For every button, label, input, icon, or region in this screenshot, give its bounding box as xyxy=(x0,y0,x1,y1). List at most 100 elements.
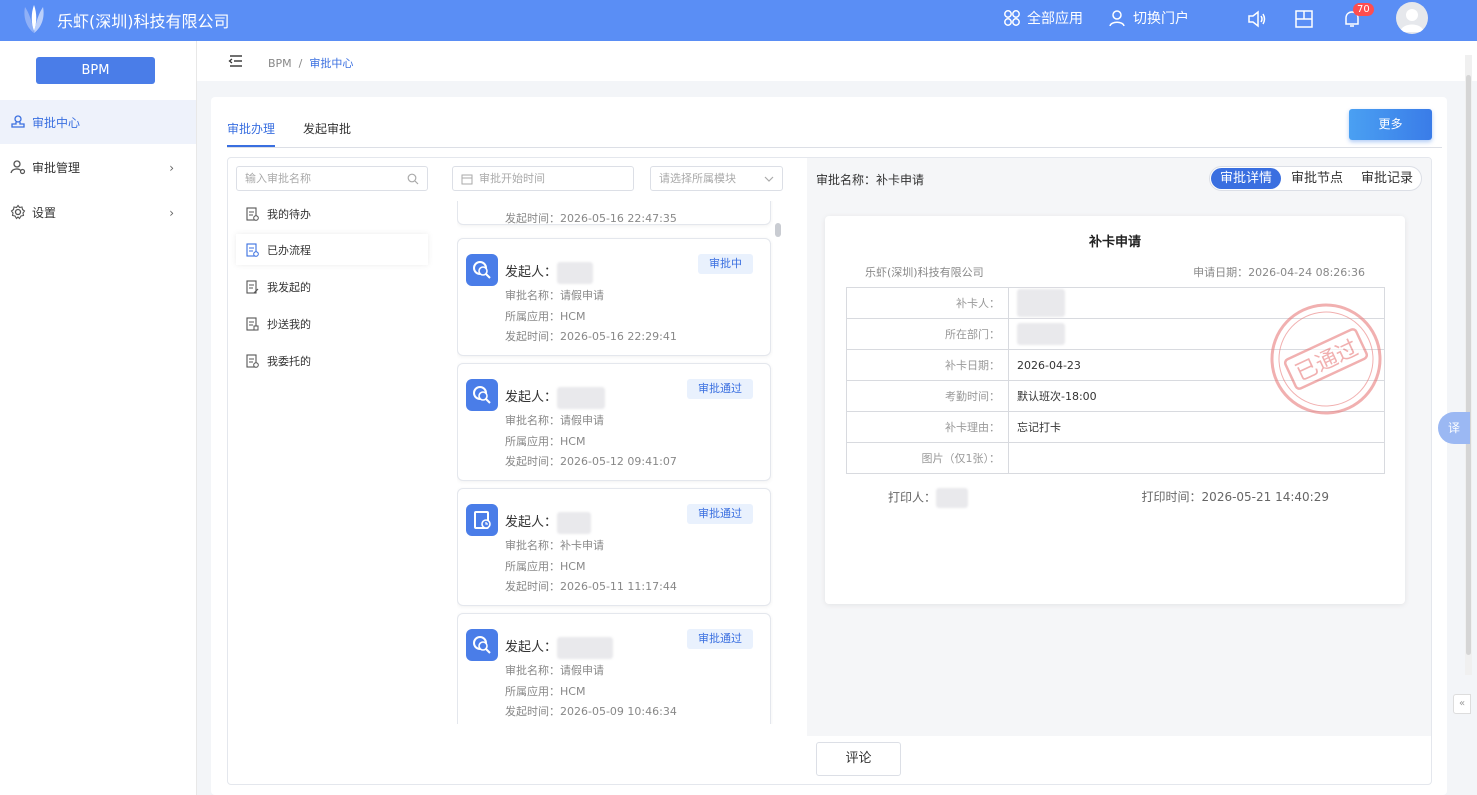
tab-bar: 审批办理 发起审批 xyxy=(227,121,1442,148)
print-time: 打印时间：2026-05-21 14:40:29 xyxy=(1141,490,1329,504)
category-cc-me[interactable]: 抄送我的 xyxy=(236,308,428,339)
field-label: 图片（仅1张）： xyxy=(846,442,1009,474)
module-placeholder: 请选择所属模块 xyxy=(659,172,736,185)
approval-document: 补卡申请 乐虾(深圳)科技有限公司 申请日期：2026-04-24 08:26:… xyxy=(825,216,1405,604)
status-badge: 审批通过 xyxy=(687,379,753,399)
document-edit-icon xyxy=(246,279,259,294)
bpm-app-button[interactable]: BPM xyxy=(36,57,155,84)
list-item[interactable]: 发起人： 审批中 审批名称：请假申请 所属应用：HCM 发起时间：2026-05… xyxy=(457,238,771,356)
list-item[interactable]: 发起时间：2026-05-16 22:47:35 xyxy=(457,201,771,225)
comment-button[interactable]: 评论 xyxy=(816,742,901,776)
category-delegated[interactable]: 我委托的 xyxy=(236,345,428,376)
card-time: 发起时间：2026-05-16 22:29:41 xyxy=(505,330,677,343)
card-name: 审批名称：请假申请 xyxy=(505,289,604,302)
avatar[interactable] xyxy=(1396,2,1428,34)
clock-document-icon xyxy=(466,504,498,536)
start-date-input[interactable]: 审批开始时间 xyxy=(452,166,634,191)
card-app: 所属应用：HCM xyxy=(505,560,586,573)
collapse-panel-icon[interactable]: « xyxy=(1453,694,1471,714)
all-apps-button[interactable]: 全部应用 xyxy=(1003,8,1083,28)
tab-approval-nodes[interactable]: 审批节点 xyxy=(1282,168,1352,189)
user-gear-icon xyxy=(10,160,26,175)
list-scrollbar[interactable] xyxy=(775,223,781,237)
date-placeholder: 审批开始时间 xyxy=(479,172,545,185)
field-label: 补卡人： xyxy=(846,287,1009,319)
card-app: 所属应用：HCM xyxy=(505,435,586,448)
menu-collapse-icon[interactable] xyxy=(228,53,244,69)
switch-portal-label: 切换门户 xyxy=(1133,11,1189,27)
more-button[interactable]: 更多 xyxy=(1349,109,1432,140)
category-done[interactable]: 已办流程 xyxy=(236,234,428,265)
stamp-icon xyxy=(11,115,25,128)
category-label: 已办流程 xyxy=(267,243,311,257)
tab-approval-records[interactable]: 审批记录 xyxy=(1352,168,1422,189)
field-label: 考勤时间： xyxy=(846,380,1009,412)
sidebar-item-settings[interactable]: 设置 › xyxy=(0,190,196,234)
card-name: 审批名称：补卡申请 xyxy=(505,539,604,552)
category-initiated[interactable]: 我发起的 xyxy=(236,271,428,302)
speaker-icon[interactable] xyxy=(1246,8,1268,30)
document-company: 乐虾(深圳)科技有限公司 xyxy=(865,266,984,279)
search-user-icon xyxy=(466,254,498,286)
list-item[interactable]: 发起人： 审批通过 审批名称：请假申请 所属应用：HCM 发起时间：2026-0… xyxy=(457,363,771,481)
list-item[interactable]: 发起人： 审批通过 审批名称：补卡申请 所属应用：HCM 发起时间：2026-0… xyxy=(457,488,771,606)
page-scrollbar[interactable] xyxy=(1465,55,1472,675)
search-user-icon xyxy=(466,629,498,661)
sidebar-item-label: 审批中心 xyxy=(32,115,81,130)
document-delegate-icon xyxy=(246,353,259,368)
sidebar-item-approval-center[interactable]: 审批中心 xyxy=(0,100,196,144)
sidebar-item-label: 设置 xyxy=(32,205,57,220)
translate-button[interactable]: 译 xyxy=(1438,412,1470,444)
search-input[interactable]: 输入审批名称 xyxy=(236,166,428,191)
card-app: 所属应用：HCM xyxy=(505,310,586,323)
tab-initiate-approval[interactable]: 发起审批 xyxy=(303,121,351,147)
card-time: 发起时间：2026-05-11 11:17:44 xyxy=(505,580,677,593)
field-value xyxy=(1008,442,1385,474)
breadcrumb-root[interactable]: BPM xyxy=(268,57,292,70)
card-time: 发起时间：2026-05-16 22:47:35 xyxy=(505,212,677,225)
detail-view-switch: 审批详情 审批节点 审批记录 xyxy=(1209,166,1422,191)
sidebar: BPM 审批中心 审批管理 › 设置 › xyxy=(0,41,197,795)
table-row: 图片（仅1张）： xyxy=(846,442,1385,474)
status-badge: 审批通过 xyxy=(687,629,753,649)
switch-portal-button[interactable]: 切换门户 xyxy=(1109,8,1189,28)
breadcrumb: BPM / 审批中心 xyxy=(268,55,353,71)
chevron-down-icon xyxy=(764,176,774,182)
card-initiator: 发起人： xyxy=(505,386,606,409)
document-icon xyxy=(246,206,259,221)
category-label: 我发起的 xyxy=(267,280,311,294)
field-label: 补卡日期： xyxy=(846,349,1009,381)
printer: 打印人： xyxy=(888,488,969,508)
chevron-right-icon: › xyxy=(169,161,174,175)
all-apps-label: 全部应用 xyxy=(1027,11,1083,27)
document-check-icon xyxy=(246,242,259,257)
company-name: 乐虾(深圳)科技有限公司 xyxy=(57,12,230,31)
category-label: 抄送我的 xyxy=(267,317,311,331)
status-badge: 审批通过 xyxy=(687,504,753,524)
gear-icon xyxy=(10,204,26,220)
apply-date: 申请日期：2026-04-24 08:26:36 xyxy=(1193,266,1365,279)
user-switch-icon xyxy=(1109,10,1125,27)
approval-panel: 输入审批名称 审批开始时间 请选择所属模块 我的待办 已办流程 我发起的 抄送我… xyxy=(227,157,1432,785)
notification-badge: 70 xyxy=(1353,3,1374,16)
sidebar-item-approval-management[interactable]: 审批管理 › xyxy=(0,145,196,189)
category-label: 我委托的 xyxy=(267,354,311,368)
search-icon xyxy=(407,173,419,185)
breadcrumb-separator: / xyxy=(298,57,303,70)
tab-approval-detail[interactable]: 审批详情 xyxy=(1211,168,1282,189)
breadcrumb-current: 审批中心 xyxy=(309,57,354,70)
card-name: 审批名称：请假申请 xyxy=(505,664,604,677)
tab-approval-handling[interactable]: 审批办理 xyxy=(227,121,276,147)
layout-icon[interactable] xyxy=(1293,8,1315,30)
status-badge: 审批中 xyxy=(698,254,753,274)
category-my-todo[interactable]: 我的待办 xyxy=(236,198,428,229)
document-title: 补卡申请 xyxy=(1088,235,1141,250)
module-select[interactable]: 请选择所属模块 xyxy=(650,166,783,191)
card-app: 所属应用：HCM xyxy=(505,685,586,698)
card-time: 发起时间：2026-05-12 09:41:07 xyxy=(505,455,677,468)
list-item[interactable]: 发起人： 审批通过 审批名称：请假申请 所属应用：HCM 发起时间：2026-0… xyxy=(457,613,771,724)
sidebar-item-label: 审批管理 xyxy=(32,160,81,175)
search-user-icon xyxy=(466,379,498,411)
apps-grid-icon xyxy=(1004,10,1020,26)
card-name: 审批名称：请假申请 xyxy=(505,414,604,427)
